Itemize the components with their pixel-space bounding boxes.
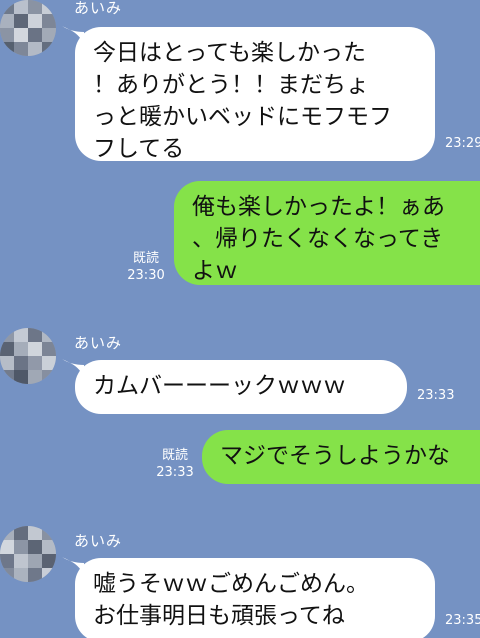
avatar[interactable] — [0, 0, 56, 56]
message-bubble[interactable]: カムバーーーックｗｗｗ — [75, 360, 407, 414]
read-receipt: 既読 23:30 — [124, 250, 168, 284]
message-bubble[interactable]: 今日はとっても楽しかった ！ありがとう！！まだちょ っと暖かいベッドにモフモフ … — [75, 27, 435, 161]
sender-name: あいみ — [74, 334, 123, 352]
sender-name: あいみ — [74, 532, 123, 550]
chat-area[interactable]: あいみ 今日はとっても楽しかった ！ありがとう！！まだちょ っと暖かいベッドにモ… — [0, 0, 480, 638]
message-bubble[interactable]: 嘘うそｗｗごめんごめん。 お仕事明日も頑張ってね — [75, 558, 435, 638]
message-time: 23:29 — [445, 136, 480, 151]
message-time: 23:33 — [156, 465, 194, 480]
read-receipt: 既読 23:33 — [153, 447, 197, 481]
message-time: 23:30 — [127, 268, 165, 283]
read-label: 既読 — [161, 448, 188, 463]
message-time: 23:33 — [417, 388, 455, 403]
sender-name: あいみ — [74, 0, 123, 17]
message-bubble[interactable]: マジでそうしようかな — [202, 430, 480, 484]
message-bubble[interactable]: 俺も楽しかったよ！ぁあ 、帰りたくなくなってき よｗ — [174, 181, 480, 285]
avatar[interactable] — [0, 328, 56, 384]
message-time: 23:35 — [445, 613, 480, 628]
read-label: 既読 — [132, 251, 159, 266]
avatar[interactable] — [0, 526, 56, 582]
